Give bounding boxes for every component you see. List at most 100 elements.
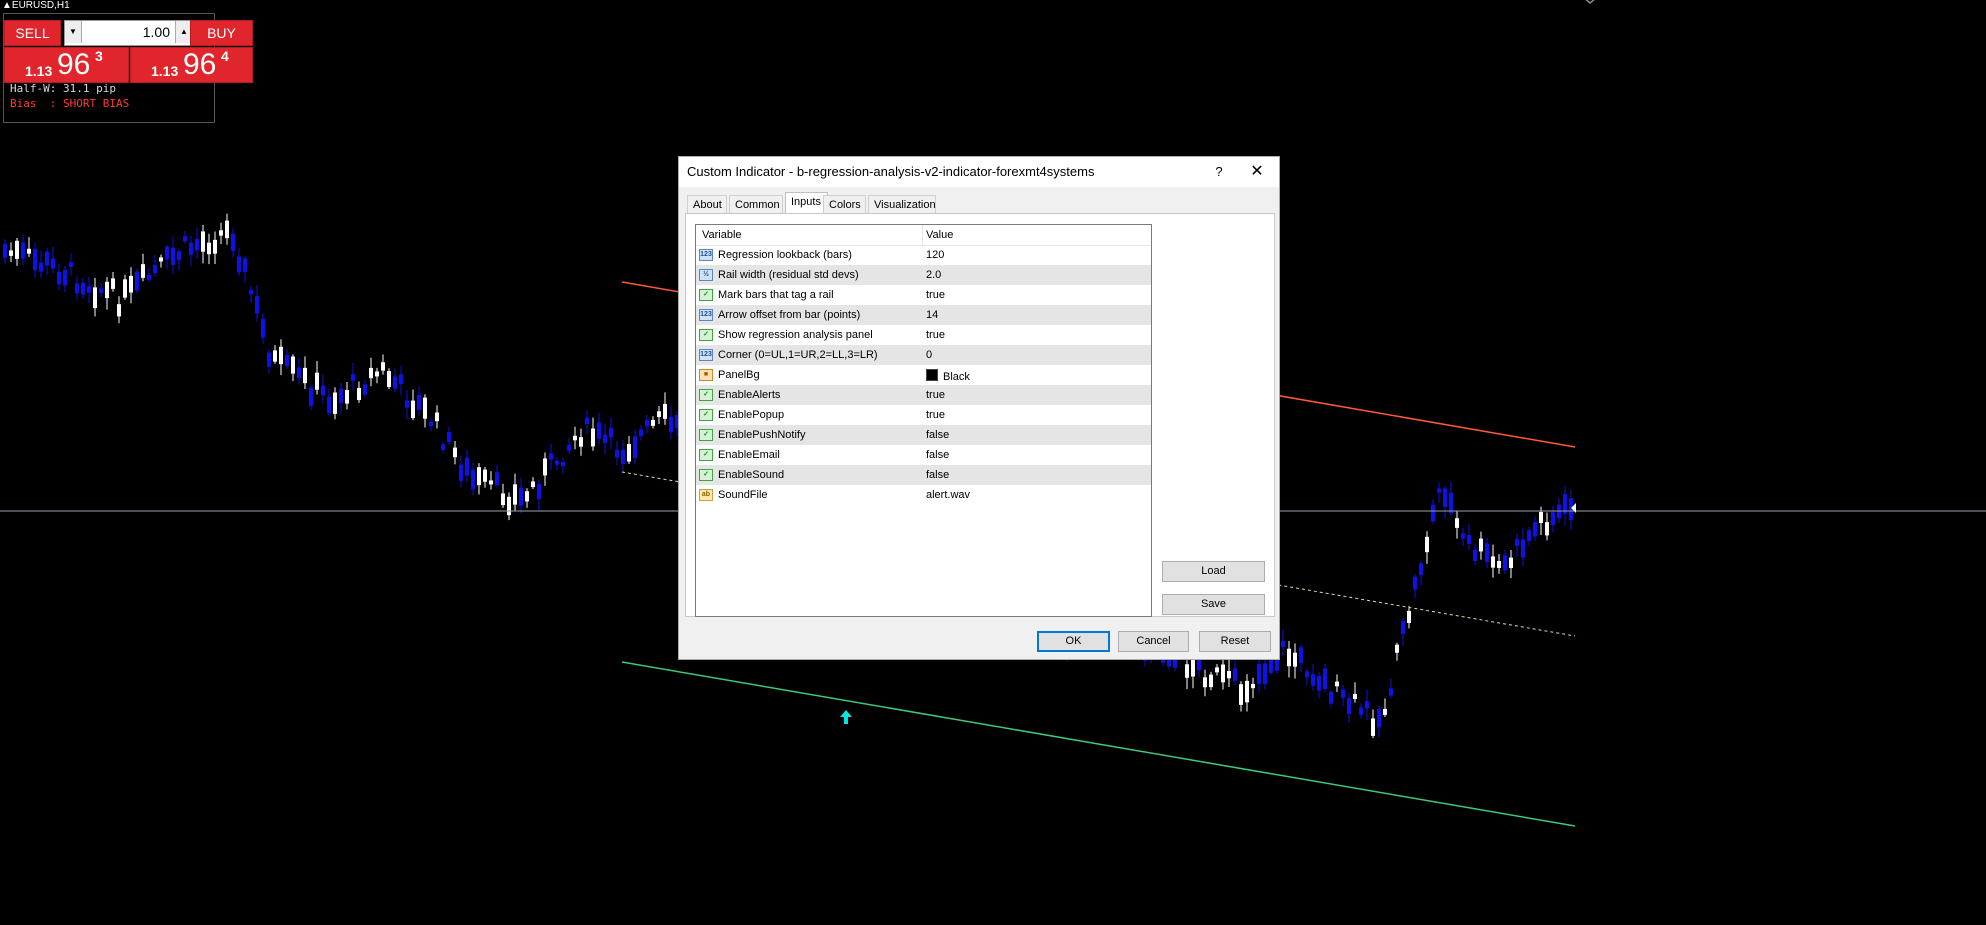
cancel-button[interactable]: Cancel: [1118, 631, 1189, 652]
tab-visualization[interactable]: Visualization: [868, 195, 936, 213]
candle-body: [621, 449, 625, 464]
grid-row[interactable]: ✓ Show regression analysis panel true: [696, 325, 1151, 346]
buy-price-display[interactable]: 1.13 96 4: [130, 47, 253, 83]
candle-body: [633, 436, 637, 459]
candle-body: [309, 387, 313, 406]
candle-body: [471, 469, 475, 490]
string-type-icon: ab: [699, 489, 713, 501]
variable-value[interactable]: 2.0: [926, 269, 941, 281]
grid-row[interactable]: ■ PanelBg Black: [696, 365, 1151, 386]
grid-row[interactable]: ✓ EnableEmail false: [696, 445, 1151, 466]
candle-body: [1299, 647, 1303, 664]
candle-body: [1227, 671, 1231, 679]
candle-body: [543, 458, 547, 476]
candle-body: [1287, 648, 1291, 667]
variable-value[interactable]: true: [926, 329, 945, 341]
color-value-text: Black: [943, 371, 970, 383]
lot-decrease-icon[interactable]: ▼: [65, 21, 82, 43]
sell-price-display[interactable]: 1.13 96 3: [4, 47, 129, 83]
candle-body: [1281, 640, 1285, 648]
help-button[interactable]: ?: [1209, 162, 1229, 182]
load-button[interactable]: Load: [1162, 561, 1265, 582]
variable-value[interactable]: 120: [926, 249, 944, 261]
variable-name: EnableSound: [718, 469, 785, 481]
candle-body: [21, 242, 25, 259]
save-button[interactable]: Save: [1162, 594, 1265, 615]
grid-row[interactable]: ✓ EnablePopup true: [696, 405, 1151, 426]
candle-body: [651, 419, 655, 426]
tab-inputs[interactable]: Inputs: [785, 192, 828, 214]
candle-body: [273, 350, 277, 362]
variable-value[interactable]: true: [926, 389, 945, 401]
candle-body: [1245, 680, 1249, 703]
candle-body: [1533, 522, 1537, 537]
variable-name: Arrow offset from bar (points): [718, 309, 861, 321]
sell-button[interactable]: SELL: [4, 20, 61, 46]
value-column-header[interactable]: Value: [926, 229, 953, 241]
ok-button[interactable]: OK: [1037, 631, 1110, 652]
variable-value[interactable]: 0: [926, 349, 932, 361]
lot-size-input[interactable]: 1.00: [83, 21, 174, 43]
buy-price-prefix: 1.13: [151, 63, 179, 79]
candle-body: [519, 487, 523, 506]
grid-row[interactable]: 123 Corner (0=UL,1=UR,2=LL,3=LR) 0: [696, 345, 1151, 366]
close-button[interactable]: ✕: [1245, 161, 1269, 183]
variable-column-header[interactable]: Variable: [702, 229, 742, 241]
candle-body: [477, 467, 481, 486]
grid-row[interactable]: 123 Arrow offset from bar (points) 14: [696, 305, 1151, 326]
candle-body: [87, 286, 91, 293]
candle-body: [369, 367, 373, 379]
tab-about[interactable]: About: [687, 195, 727, 213]
candle-body: [1455, 518, 1459, 528]
candle-body: [1359, 707, 1363, 715]
variable-name: PanelBg: [718, 369, 760, 381]
grid-row[interactable]: ✓ EnablePushNotify false: [696, 425, 1151, 446]
variable-value[interactable]: false: [926, 429, 949, 441]
grid-row[interactable]: ✓ EnableSound false: [696, 465, 1151, 486]
candle-body: [153, 264, 157, 274]
dialog-title-bar[interactable]: Custom Indicator - b-regression-analysis…: [679, 157, 1279, 187]
candle-body: [447, 432, 451, 442]
symbol-text: EURUSD,H1: [11, 0, 70, 11]
candle-body: [525, 491, 529, 502]
candle-body: [357, 387, 361, 401]
inputs-grid[interactable]: Variable Value 123 Regression lookback (b…: [695, 224, 1152, 617]
variable-value[interactable]: false: [926, 449, 949, 461]
tab-common[interactable]: Common: [729, 195, 783, 213]
tab-colors[interactable]: Colors: [823, 195, 866, 213]
candle-body: [105, 281, 109, 299]
variable-value[interactable]: true: [926, 289, 945, 301]
variable-name: EnablePushNotify: [718, 429, 806, 441]
buy-price-sup: 4: [221, 48, 229, 64]
candle-body: [63, 269, 67, 286]
candle-body: [1323, 668, 1327, 689]
grid-row[interactable]: ✓ EnableAlerts true: [696, 385, 1151, 406]
candle-body: [1341, 689, 1345, 698]
grid-row[interactable]: 123 Regression lookback (bars) 120: [696, 245, 1151, 266]
variable-value[interactable]: 14: [926, 309, 938, 321]
candle-body: [267, 352, 271, 367]
grid-row[interactable]: ½ Rail width (residual std devs) 2.0: [696, 265, 1151, 286]
candle-body: [141, 264, 145, 278]
grid-row[interactable]: ab SoundFile alert.wav: [696, 485, 1151, 506]
variable-value[interactable]: alert.wav: [926, 489, 970, 501]
candle-body: [1461, 533, 1465, 539]
candle-body: [435, 412, 439, 422]
candle-body: [99, 288, 103, 294]
lot-size-stepper[interactable]: ▼ 1.00 ▲: [64, 20, 193, 46]
variable-value[interactable]: false: [926, 469, 949, 481]
candle-body: [549, 453, 553, 460]
candle-body: [1485, 543, 1489, 562]
variable-value[interactable]: Black: [926, 369, 970, 383]
reset-button[interactable]: Reset: [1199, 631, 1271, 652]
candle-body: [1365, 701, 1369, 709]
candle-body: [399, 374, 403, 384]
buy-button[interactable]: BUY: [190, 20, 253, 46]
grid-row[interactable]: ✓ Mark bars that tag a rail true: [696, 285, 1151, 306]
variable-name: Show regression analysis panel: [718, 329, 873, 341]
candle-body: [639, 429, 643, 437]
candle-body: [165, 246, 169, 260]
candle-body: [567, 444, 571, 451]
variable-value[interactable]: true: [926, 409, 945, 421]
candle-body: [609, 427, 613, 438]
